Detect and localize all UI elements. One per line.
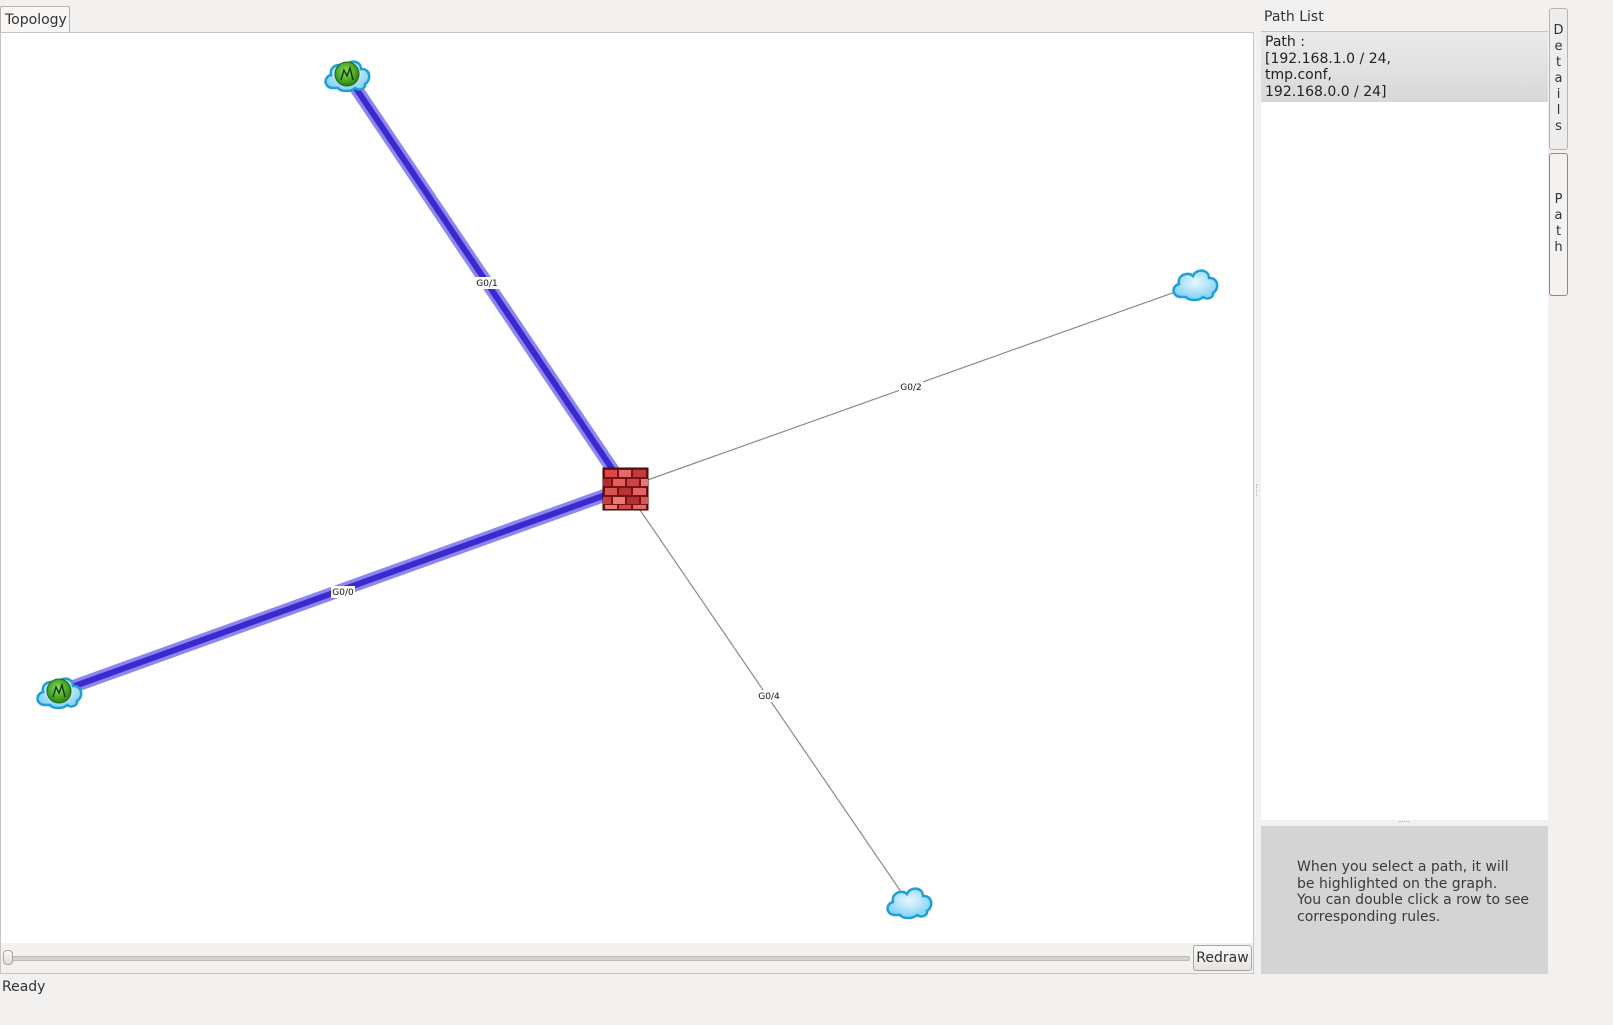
tab-topology[interactable]: Topology — [0, 6, 70, 33]
cloud-green-globe-icon — [324, 60, 371, 93]
path-row-line: [192.168.1.0 / 24, — [1265, 50, 1391, 67]
edge-label-g0-4: G0/4 — [758, 692, 780, 702]
edge-label-g0-2: G0/2 — [900, 383, 921, 393]
path-row[interactable]: Path : [192.168.1.0 / 24, tmp.conf, 192.… — [1261, 32, 1548, 102]
path-row-line: 192.168.0.0 / 24] — [1265, 83, 1387, 100]
tab-path[interactable]: Path — [1549, 153, 1568, 296]
firewall-icon — [602, 467, 649, 511]
cloud-icon — [1172, 269, 1219, 302]
edge-label-g0-1: G0/1 — [476, 279, 497, 289]
zoom-slider-handle[interactable] — [3, 950, 13, 965]
tab-details[interactable]: Details — [1549, 8, 1568, 150]
path-row-line: Path : — [1265, 34, 1305, 50]
tab-details-label: Details — [1553, 23, 1564, 134]
edge-label-g0-0: G0/0 — [332, 588, 354, 598]
status-bar: Ready — [2, 979, 46, 995]
info-line: When you select a path, it will — [1297, 859, 1509, 875]
network-node-top[interactable] — [324, 60, 371, 93]
horizontal-splitter[interactable] — [1399, 821, 1409, 825]
firewall-node[interactable] — [602, 467, 649, 511]
path-list[interactable]: Path : [192.168.1.0 / 24, tmp.conf, 192.… — [1261, 31, 1548, 820]
vertical-splitter[interactable] — [1256, 484, 1260, 496]
info-panel: When you select a path, it will be highl… — [1261, 826, 1548, 974]
network-node-bottom[interactable] — [886, 887, 933, 920]
topology-canvas[interactable]: G0/1 G0/0 G0/2 G0/4 — [0, 32, 1254, 974]
tab-path-label: Path — [1554, 192, 1563, 255]
path-row-line: tmp.conf, — [1265, 67, 1332, 83]
zoom-slider[interactable] — [5, 956, 1190, 961]
redraw-button[interactable]: Redraw — [1193, 945, 1252, 971]
cloud-icon — [886, 887, 933, 920]
info-line: corresponding rules. — [1297, 908, 1441, 925]
graph-nodes — [36, 60, 1219, 920]
network-node-right[interactable] — [1172, 269, 1219, 302]
info-line: be highlighted on the graph. — [1297, 875, 1498, 892]
info-text: When you select a path, it will be highl… — [1297, 859, 1537, 925]
topology-graph[interactable]: G0/1 G0/0 G0/2 G0/4 — [1, 33, 1253, 944]
path-list-title: Path List — [1264, 9, 1324, 25]
info-line: You can double click a row to see — [1297, 892, 1530, 908]
